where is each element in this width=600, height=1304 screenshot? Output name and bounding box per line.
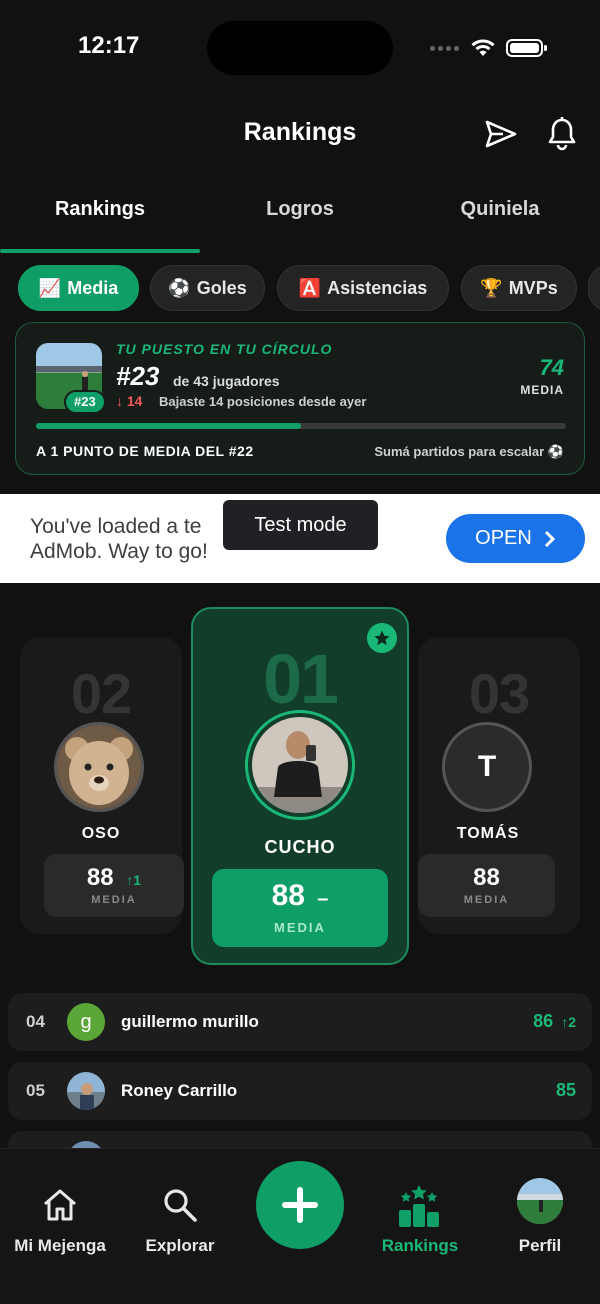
row-value: 85 (555, 1080, 576, 1100)
player-photo (67, 1072, 105, 1110)
search-icon[interactable] (161, 1186, 199, 1224)
soccer-ball-icon: ⚽ (168, 277, 191, 298)
ad-open-button[interactable]: OPEN (446, 514, 585, 563)
chip-label: Goles (196, 277, 247, 298)
ranking-row[interactable]: 05 Roney Carrillo 85 (8, 1062, 592, 1120)
battery-icon (506, 39, 547, 57)
podium-position: 03 (468, 662, 530, 725)
podium-value: 88 (473, 864, 500, 891)
chip-media[interactable]: 📈 Media (18, 265, 139, 311)
avatar: T (442, 722, 532, 812)
podium-value-row: 88 ↑1 (44, 864, 184, 892)
chip-more[interactable] (588, 265, 600, 311)
row-change: ↑2 (561, 1013, 576, 1030)
nav-perfil[interactable]: Perfil (475, 1236, 600, 1256)
chevron-right-icon (544, 530, 555, 547)
player-avatar (252, 717, 348, 813)
rank-badge: #23 (64, 390, 106, 414)
avatar-initial: g (80, 1010, 92, 1033)
podium-value: 88 (271, 879, 305, 912)
add-button[interactable] (256, 1161, 344, 1249)
tab-rankings[interactable]: Rankings (0, 198, 200, 221)
chart-icon: 📈 (38, 277, 62, 298)
nav-explorar[interactable]: Explorar (115, 1236, 245, 1256)
profile-avatar[interactable] (517, 1178, 563, 1224)
ad-text-line: AdMob. Way to go! (30, 540, 208, 563)
status-time: 12:17 (78, 32, 140, 59)
podium-position: 01 (263, 640, 339, 718)
chip-label: Asistencias (327, 277, 428, 298)
podium-score: 88 ↑1 MEDIA (44, 854, 184, 917)
avatar-initial: T (477, 750, 497, 783)
row-position: 05 (26, 1081, 45, 1100)
row-name: guillermo murillo (121, 1012, 259, 1031)
row-name: Roney Carrillo (121, 1081, 238, 1100)
plus-icon (282, 1187, 318, 1223)
chip-mvps[interactable]: 🏆 MVPs (461, 265, 577, 311)
podium-value: 88 (86, 864, 114, 891)
podium-icon[interactable] (396, 1184, 442, 1228)
row-position: 04 (26, 1012, 45, 1031)
podium-score: 88 – MEDIA (212, 869, 388, 947)
position-change: ↓ 14 (116, 393, 143, 409)
nav-rankings[interactable]: Rankings (355, 1236, 485, 1256)
podium-name: OSO (81, 825, 121, 842)
avatar (245, 710, 355, 820)
tab-active-indicator (0, 249, 200, 253)
climb-hint: Sumá partidos para escalar ⚽ (374, 444, 564, 459)
avatar (54, 722, 144, 812)
avatar: g (67, 1003, 105, 1041)
podium-label: MEDIA (463, 894, 510, 906)
position-total: de 43 jugadores (173, 373, 280, 389)
dynamic-island (207, 21, 393, 75)
letter-a-icon: 🅰️ (298, 277, 322, 298)
podium-change: ↑1 (126, 872, 142, 888)
podium-second[interactable]: 02 OSO 88 ↑1 MEDIA (20, 637, 184, 934)
podium-label: MEDIA (274, 920, 326, 935)
podium-name: TOMÁS (456, 825, 520, 842)
podium-change: – (317, 888, 329, 910)
avatar (67, 1072, 105, 1110)
podium-value-row: 88 – (212, 879, 388, 913)
position-value: 74 (539, 355, 564, 380)
podium-position: 02 (70, 662, 132, 725)
chip-goles[interactable]: ⚽ Goles (150, 265, 265, 311)
progress-fill (36, 423, 301, 429)
my-position-card[interactable]: #23 TU PUESTO EN TU CÍRCULO #23 de 43 ju… (15, 322, 585, 475)
teddy-bear-avatar (57, 725, 141, 809)
chip-label: MVPs (508, 277, 558, 298)
ad-open-label: OPEN (475, 527, 532, 549)
podium-score: 88 MEDIA (418, 854, 555, 917)
trophy-icon: 🏆 (480, 277, 503, 298)
podium-name: CUCHO (264, 837, 336, 857)
row-value-group: 86 ↑2 (533, 1011, 576, 1032)
wifi-icon (471, 39, 495, 56)
signal-icon (430, 46, 459, 51)
tab-logros[interactable]: Logros (200, 198, 400, 221)
ad-text: You've loaded a te AdMob. Way to go! (30, 514, 240, 564)
home-icon[interactable] (41, 1187, 79, 1223)
next-rank-text: A 1 PUNTO DE MEDIA DEL #22 (36, 443, 254, 459)
position-change-text: Bajaste 14 posiciones desde ayer (159, 394, 367, 409)
podium-label: MEDIA (91, 894, 137, 906)
position-rank: #23 (116, 361, 160, 391)
ranking-row[interactable]: 04 g guillermo murillo 86 ↑2 (8, 993, 592, 1051)
position-value-label: MEDIA (520, 383, 564, 397)
podium-first[interactable]: 01 CUCHO 88 – MEDIA (191, 607, 409, 965)
nav-mi-mejenga[interactable]: Mi Mejenga (0, 1236, 125, 1256)
send-icon[interactable] (484, 118, 518, 150)
test-mode-label: Test mode (223, 500, 378, 550)
podium-third[interactable]: 03 T TOMÁS 88 MEDIA (418, 637, 580, 934)
progress-bar (36, 423, 566, 429)
row-value: 86 (533, 1011, 554, 1031)
chip-asistencias[interactable]: 🅰️ Asistencias (277, 265, 449, 311)
ad-text-line: You've loaded a te (30, 515, 202, 538)
position-kicker: TU PUESTO EN TU CÍRCULO (116, 341, 333, 357)
chip-label: Media (67, 277, 119, 298)
rankings-screen: 12:17 Rankings Rankings Logros Quiniela … (0, 0, 600, 1304)
bell-icon[interactable] (545, 116, 579, 152)
tab-quiniela[interactable]: Quiniela (400, 198, 600, 221)
